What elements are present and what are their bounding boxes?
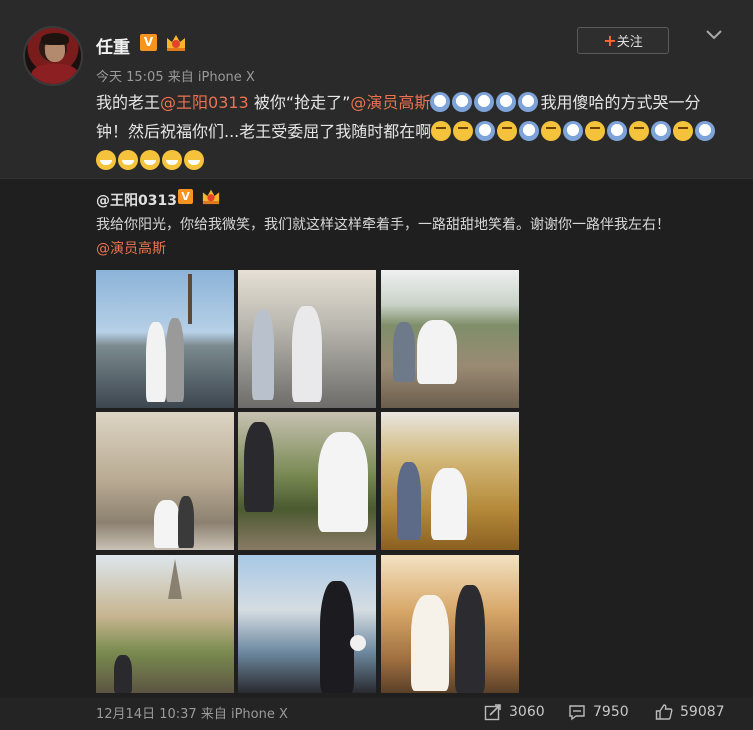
share-button[interactable]: 3060	[484, 703, 545, 721]
mention-link[interactable]: @演员高斯	[350, 93, 430, 112]
emoji-sad-icon	[474, 92, 495, 112]
emoji-sad-icon	[563, 121, 584, 141]
emoji-smile-icon	[541, 121, 562, 141]
plus-icon: +	[603, 31, 617, 50]
mention-link[interactable]: @王阳0313	[160, 93, 249, 112]
share-icon	[484, 704, 501, 721]
vip-crown-icon[interactable]	[200, 187, 222, 205]
repost-text: 我给你阳光，你给我微笑，我们就这样这样牵着手，一路甜甜地笑着。谢谢你一路伴我左右…	[96, 217, 670, 233]
emoji-sad-icon	[430, 92, 451, 112]
comment-icon	[569, 705, 585, 721]
photo-thumbnail[interactable]	[381, 555, 519, 693]
emoji-grin-icon	[96, 150, 116, 170]
vip-crown-icon[interactable]	[164, 32, 188, 52]
comment-count: 7950	[593, 704, 629, 720]
emoji-grin-icon	[140, 150, 160, 170]
repost-meta: 12月14日 10:37 来自 iPhone X	[96, 703, 288, 722]
like-count: 59087	[680, 704, 725, 720]
avatar[interactable]	[23, 26, 83, 86]
photo-thumbnail[interactable]	[96, 412, 234, 550]
repost-time[interactable]: 12月14日 10:37	[96, 707, 197, 722]
emoji-smile-icon	[431, 121, 452, 141]
repost-mention[interactable]: @演员高斯	[96, 238, 166, 258]
emoji-sad-icon	[695, 121, 716, 141]
emoji-smile-icon	[673, 121, 694, 141]
share-count: 3060	[509, 704, 545, 720]
follow-button[interactable]: +关注	[577, 27, 669, 54]
emoji-grin-icon	[118, 150, 138, 170]
weibo-post-card: 任重 V 今天 15:05 来自 iPhone X +关注 我的老王@王阳031…	[0, 0, 753, 730]
photo-thumbnail[interactable]	[96, 270, 234, 408]
like-icon	[655, 704, 673, 720]
emoji-grin-icon	[162, 150, 182, 170]
like-button[interactable]: 59087	[655, 703, 725, 721]
author-name[interactable]: 任重	[96, 33, 130, 58]
verified-v-icon: V	[140, 34, 157, 51]
photo-thumbnail[interactable]	[96, 555, 234, 693]
photo-thumbnail[interactable]	[381, 412, 519, 550]
post-text-segment: 被你“抢走了”	[248, 93, 351, 112]
verified-v-icon: V	[178, 189, 193, 204]
comment-button[interactable]: 7950	[568, 703, 629, 721]
post-footer: 12月14日 10:37 来自 iPhone X 3060 7950 59087	[0, 698, 753, 730]
emoji-sad-icon	[452, 92, 473, 112]
emoji-sad-icon	[607, 121, 628, 141]
chevron-down-icon[interactable]	[704, 27, 724, 43]
post-meta: 今天 15:05 来自 iPhone X	[96, 66, 255, 85]
photo-thumbnail[interactable]	[238, 412, 376, 550]
emoji-sad-icon	[518, 92, 539, 112]
photo-thumbnail[interactable]	[381, 270, 519, 408]
emoji-sad-icon	[519, 121, 540, 141]
follow-label: 关注	[616, 35, 643, 50]
post-text-segment: 我的老王	[96, 93, 161, 112]
emoji-smile-icon	[629, 121, 650, 141]
emoji-smile-icon	[497, 121, 518, 141]
post-time[interactable]: 今天 15:05	[96, 70, 164, 85]
repost-block: @王阳0313 V 我给你阳光，你给我微笑，我们就这样这样牵着手，一路甜甜地笑着…	[0, 178, 753, 698]
emoji-smile-icon	[453, 121, 474, 141]
repost-source: 来自 iPhone X	[200, 707, 288, 722]
emoji-sad-icon	[651, 121, 672, 141]
emoji-sad-icon	[475, 121, 496, 141]
photo-thumbnail[interactable]	[238, 270, 376, 408]
repost-author[interactable]: @王阳0313	[96, 190, 177, 210]
post-source: 来自 iPhone X	[167, 70, 255, 85]
post-text: 我的老王@王阳0313 被你“抢走了”@演员高斯 我用傻哈的方式哭一分钟！然后祝福…	[96, 88, 726, 175]
emoji-grin-icon	[184, 150, 204, 170]
emoji-smile-icon	[585, 121, 606, 141]
photo-thumbnail[interactable]	[238, 555, 376, 693]
emoji-sad-icon	[496, 92, 517, 112]
